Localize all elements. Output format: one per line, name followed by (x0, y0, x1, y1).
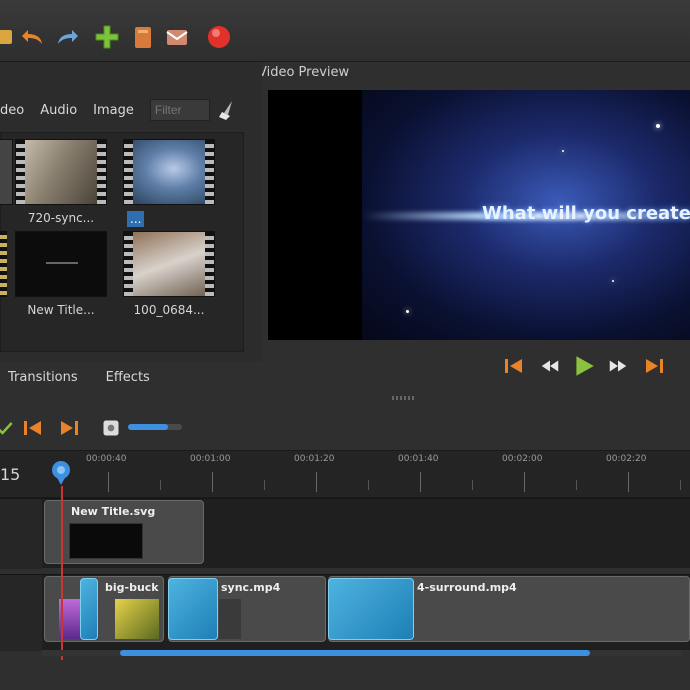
bottom-tabs: Transitions Effects (0, 370, 150, 392)
clip-name: 4-surround.mp4 (417, 581, 517, 594)
file-caption: 720-sync... (27, 211, 95, 225)
timeline-scroll-thumb[interactable] (120, 650, 590, 656)
files-filter-bar: deo Audio Image (0, 96, 245, 124)
file-item[interactable]: 720-sync... (15, 139, 107, 225)
clip-name: sync.mp4 (221, 581, 281, 594)
file-caption: 100_0684... (133, 303, 205, 317)
file-caption: New Title... (27, 303, 95, 317)
clip-thumbnail (115, 599, 159, 639)
ruler-tick (576, 480, 577, 490)
transition-clip[interactable] (168, 578, 218, 640)
clip-thumbnail (69, 523, 143, 559)
track-header (0, 499, 42, 569)
star (406, 310, 409, 313)
ruler-tick (680, 480, 681, 490)
transition-handle[interactable] (80, 578, 98, 640)
jump-start-icon[interactable] (500, 352, 528, 380)
timecode: 15 (0, 465, 21, 484)
ruler-label: 00:01:00 (190, 454, 231, 464)
ruler-tick (628, 472, 629, 492)
play-icon[interactable] (570, 352, 598, 380)
previous-marker-icon[interactable] (20, 416, 46, 440)
ruler-label: 00:01:40 (398, 454, 439, 464)
ruler-tick (264, 480, 265, 490)
zoom-icon[interactable] (98, 416, 124, 440)
star (562, 150, 564, 152)
playback-controls (500, 352, 680, 380)
undo-icon[interactable] (18, 22, 48, 52)
track-header (0, 575, 42, 651)
file-caption-selected: ... (127, 211, 145, 227)
playhead-line (61, 486, 63, 660)
film-edge (0, 231, 7, 297)
ruler-tick (212, 472, 213, 492)
transition-clip[interactable] (328, 578, 414, 640)
star (612, 280, 614, 282)
tab-audio[interactable]: Audio (40, 103, 77, 118)
jump-end-icon[interactable] (640, 352, 668, 380)
clip-name: big-buck (105, 581, 159, 594)
preview-title: Video Preview (258, 64, 350, 80)
ruler-tick (420, 472, 421, 492)
ruler-tick (316, 472, 317, 492)
clip-name: New Title.svg (71, 505, 156, 518)
clip-thumbnail (219, 599, 241, 639)
files-thumbnail-grid: 720-sync... ... New Title... 100_0684... (0, 132, 244, 352)
ruler-label: 00:02:00 (502, 454, 543, 464)
clear-filter-icon[interactable] (216, 99, 238, 121)
snap-icon[interactable] (0, 416, 18, 440)
ruler-tick (108, 472, 109, 492)
preview-overlay-text: What will you create? (482, 203, 690, 224)
export-icon[interactable] (128, 22, 158, 52)
rewind-icon[interactable] (536, 352, 564, 380)
add-track-icon[interactable] (92, 22, 122, 52)
star (656, 124, 660, 128)
clip-title[interactable]: New Title.svg (44, 500, 204, 564)
zoom-slider-fill (128, 424, 168, 430)
file-item-partial[interactable] (0, 139, 13, 205)
video-preview: What will you create? (268, 90, 690, 340)
tab-image[interactable]: Image (93, 103, 134, 118)
ruler-tick (472, 480, 473, 490)
file-item-selected[interactable]: ... (123, 139, 215, 227)
ruler-label: 00:01:20 (294, 454, 335, 464)
zoom-slider[interactable] (128, 424, 182, 430)
timeline-toolbar (0, 408, 690, 448)
ruler-tick (524, 472, 525, 492)
playhead-icon[interactable] (49, 460, 73, 486)
record-icon[interactable] (204, 22, 234, 52)
import-icon[interactable] (162, 22, 192, 52)
fast-forward-icon[interactable] (604, 352, 632, 380)
openshot-window: Video Preview deo Audio Image 720-sync..… (0, 0, 690, 690)
tab-transitions[interactable]: Transitions (8, 370, 78, 392)
file-item[interactable]: 100_0684... (123, 231, 215, 317)
filter-input[interactable] (149, 99, 210, 121)
ruler-label: 00:00:40 (86, 454, 127, 464)
preview-frame: What will you create? (362, 90, 690, 340)
ruler-tick (368, 480, 369, 490)
ruler-tick (160, 480, 161, 490)
redo-icon[interactable] (52, 22, 82, 52)
tab-effects[interactable]: Effects (106, 370, 150, 392)
panel-splitter[interactable] (392, 396, 414, 400)
tab-video[interactable]: deo (0, 103, 24, 118)
file-item[interactable]: New Title... (15, 231, 107, 317)
next-marker-icon[interactable] (56, 416, 82, 440)
ruler-label: 00:02:20 (606, 454, 647, 464)
main-toolbar (0, 0, 690, 62)
